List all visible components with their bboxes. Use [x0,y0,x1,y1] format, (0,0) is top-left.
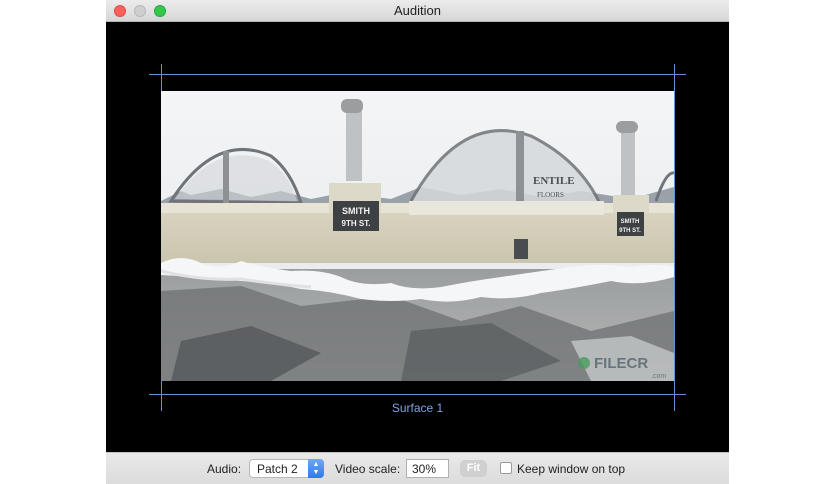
audio-patch-value: Patch 2 [257,462,298,476]
surface-bottom-guide [149,394,686,395]
wall-text-line-1: ENTILE [533,175,575,187]
filecr-watermark-sub: .com [651,373,666,380]
updown-arrows-icon: ▲ ▼ [308,459,324,478]
panorama-video-frame: SMITH 9TH ST. SMITH 9TH ST. ENTILE FLOOR… [161,91,674,381]
video-preview[interactable]: SMITH 9TH ST. SMITH 9TH ST. ENTILE FLOOR… [161,91,674,381]
video-scale-label: Video scale: [335,462,401,476]
sign-right-line-2: 9TH ST. [619,228,641,234]
surface-top-guide [149,74,686,75]
surface-canvas[interactable]: SMITH 9TH ST. SMITH 9TH ST. ENTILE FLOOR… [106,22,729,452]
audio-patch-popup[interactable]: Patch 2 ▲ ▼ [249,459,324,478]
fit-button[interactable]: Fit [460,460,487,477]
sign-left-line-1: SMITH [342,206,370,216]
surface-right-guide [674,64,675,411]
surface-label: Surface 1 [391,401,444,415]
video-scale-input[interactable]: 30% [406,459,449,478]
keep-on-top-checkbox[interactable] [500,462,512,474]
bottom-control-bar: Audio: Patch 2 ▲ ▼ Video scale: 30% Fit K… [106,452,729,484]
window-title: Audition [394,3,441,18]
sign-right-line-1: SMITH [621,219,640,225]
keep-on-top-label[interactable]: Keep window on top [517,462,625,476]
wall-text-line-2: FLOORS [537,191,564,199]
sign-left-line-2: 9TH ST. [342,219,371,228]
audio-label: Audio: [207,462,242,476]
title-bar[interactable]: Audition [106,0,729,22]
audition-window: Audition SMITH 9TH ST. SMITH 9TH ST. ENT… [106,0,729,484]
filecr-watermark: FILECR [594,355,648,372]
